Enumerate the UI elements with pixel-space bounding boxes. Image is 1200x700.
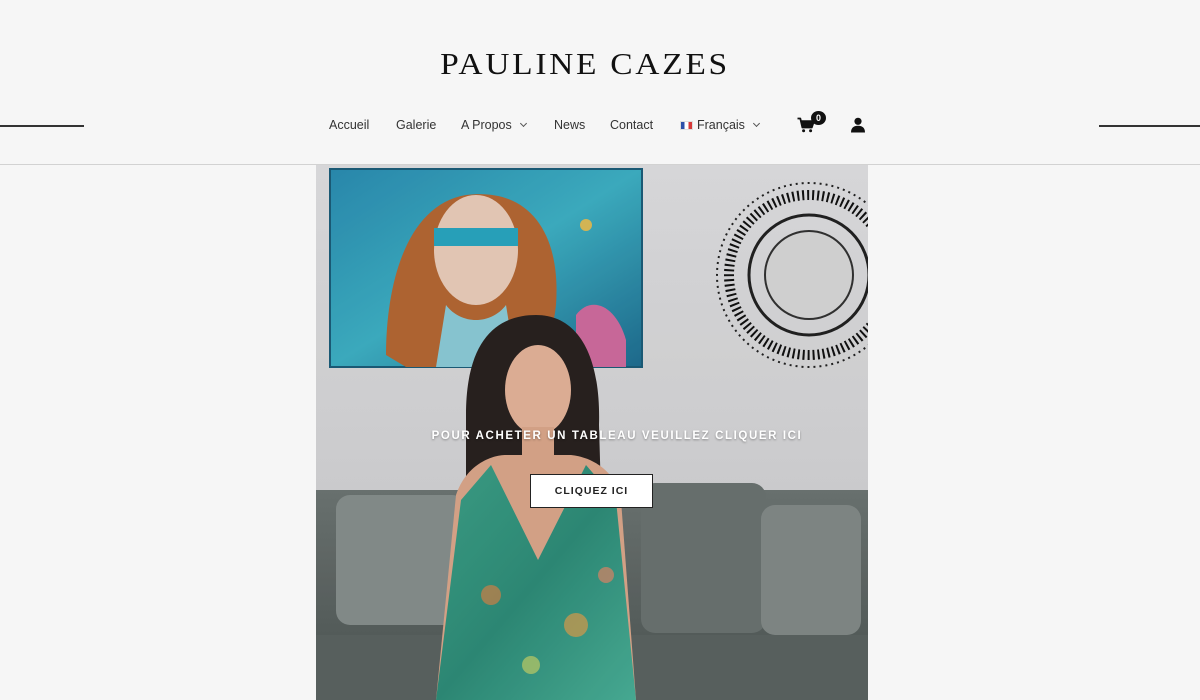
hero-call-to-action-text: POUR ACHETER UN TABLEAU VEUILLEZ CLIQUER…	[431, 430, 803, 442]
nav-item-accueil[interactable]: Accueil	[329, 116, 369, 134]
cart-count-badge: 0	[811, 111, 826, 125]
language-label: Français	[697, 118, 745, 132]
nav-item-a-propos-label: A Propos	[461, 118, 512, 132]
chevron-down-icon	[519, 119, 527, 128]
site-header: PAULINE CAZES Accueil Galerie A Propos N…	[0, 0, 1200, 165]
nav-item-a-propos[interactable]: A Propos	[461, 116, 527, 134]
language-selector[interactable]: Français	[680, 116, 760, 134]
nav-item-galerie[interactable]: Galerie	[396, 116, 436, 134]
chevron-down-icon	[752, 119, 760, 128]
cliquez-ici-button[interactable]: CLIQUEZ ICI	[530, 474, 653, 508]
french-flag-icon	[680, 121, 693, 130]
main-navigation: Accueil Galerie A Propos News Contact Fr…	[0, 116, 1200, 136]
hero-banner: POUR ACHETER UN TABLEAU VEUILLEZ CLIQUER…	[316, 165, 868, 700]
nav-item-news[interactable]: News	[554, 116, 585, 134]
nav-item-contact[interactable]: Contact	[610, 116, 653, 134]
user-icon[interactable]	[850, 117, 866, 133]
site-logo[interactable]: PAULINE CAZES	[0, 46, 1200, 82]
